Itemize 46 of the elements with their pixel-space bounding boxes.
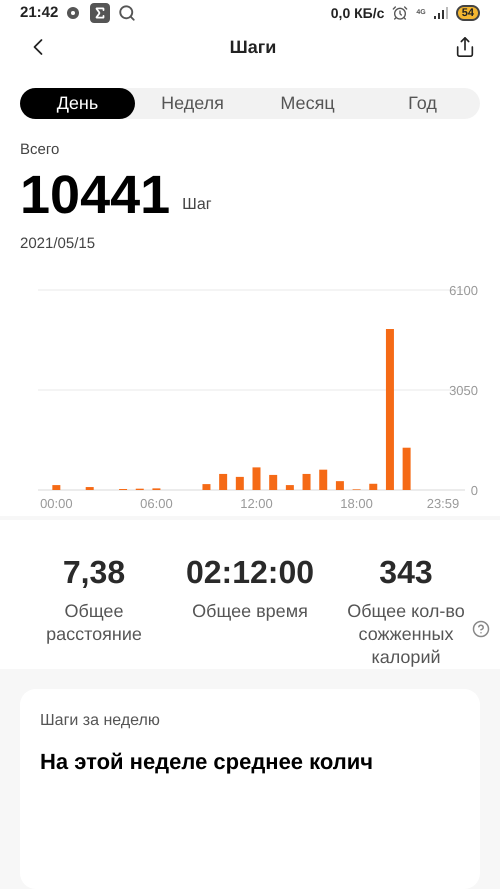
axis-label: 18:00 (340, 496, 373, 511)
axis-label: 12:00 (240, 496, 273, 511)
bar (302, 474, 311, 490)
signal-icon (434, 7, 448, 20)
stat-value: 7,38 (62, 553, 126, 592)
date-label: 2021/05/15 (20, 234, 96, 254)
bar (52, 484, 60, 490)
total-steps: 10441 (20, 165, 170, 226)
search-icon (118, 4, 136, 22)
period-tab[interactable]: Месяц (250, 88, 365, 119)
bar (202, 484, 210, 490)
stat-value: 343 (379, 553, 433, 592)
axis-label: 6100 (449, 282, 478, 298)
period-tab[interactable]: День (20, 88, 135, 119)
bar (252, 467, 260, 490)
axis-label: 3050 (449, 382, 478, 398)
stat-label: Общее кол-во сожженных калорий (346, 600, 466, 670)
status-time: 21:42 (20, 2, 58, 23)
axis-label: 06:00 (140, 496, 173, 511)
bar (319, 469, 328, 490)
stat-label: Общее расстояние (45, 600, 143, 646)
period-tab[interactable]: Год (365, 88, 480, 119)
stat-value: 02:12:00 (186, 553, 314, 592)
alarm-icon (392, 5, 408, 22)
axis-label: 00:00 (40, 496, 73, 511)
total-label: Всего (20, 140, 60, 160)
bar (86, 486, 94, 490)
help-icon[interactable] (472, 620, 490, 638)
axis-label: 0 (470, 482, 478, 498)
bar (269, 474, 278, 490)
period-tab[interactable]: Неделя (135, 88, 250, 119)
card-heading: На этой неделе среднее колич (40, 748, 374, 776)
page-title: Шаги (230, 36, 276, 59)
bar (336, 480, 344, 490)
stat-label: Общее время (191, 600, 309, 624)
bar (236, 476, 244, 490)
bar (369, 483, 378, 490)
bar (286, 484, 294, 490)
battery-icon: 54 (456, 5, 480, 22)
axis-label: 23:59 (426, 496, 460, 511)
bar (402, 447, 411, 490)
sigma-icon (90, 3, 110, 24)
network-speed: 0,0 КБ/с (330, 4, 384, 23)
bar (219, 474, 228, 490)
card-label: Шаги за неделю (40, 711, 161, 732)
steps-unit: Шаг (182, 195, 212, 216)
